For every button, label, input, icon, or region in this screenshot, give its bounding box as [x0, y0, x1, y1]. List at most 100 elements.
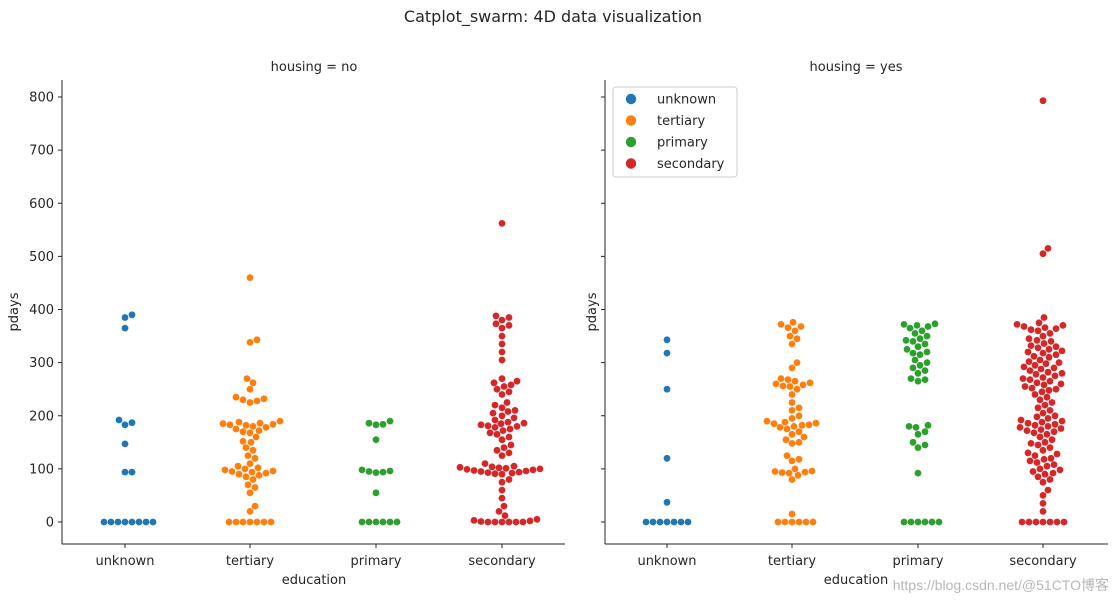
swarm-point-secondary — [1056, 466, 1064, 474]
swarm-point-secondary — [491, 416, 499, 424]
swarm-point-secondary — [1035, 319, 1043, 327]
swarm-point-secondary — [1037, 365, 1045, 373]
swarm-point-primary — [911, 356, 919, 364]
swarm-point-tertiary — [793, 359, 801, 366]
swarm-point-secondary — [1027, 326, 1035, 334]
swarm-point-secondary — [493, 446, 501, 454]
swarm-point-tertiary — [260, 518, 268, 526]
facet-housing-no: housing = no 0 100 200 300 400 500 600 700 800 u… — [7, 60, 565, 588]
swarm-point-secondary — [1055, 359, 1063, 366]
swarm-point-secondary — [515, 468, 523, 476]
swarm-point-tertiary — [251, 484, 259, 491]
swarm-point-unknown — [121, 518, 129, 526]
y-tick-label: 500 — [29, 250, 54, 265]
swarm-point-secondary — [497, 420, 505, 428]
swarm-point-secondary — [1032, 370, 1040, 378]
swarm-point-secondary — [519, 518, 527, 526]
swarm-point-secondary — [1025, 335, 1033, 343]
swarm-point-primary — [386, 467, 394, 475]
swarm-point-primary — [909, 438, 917, 446]
swarm-point-secondary — [1031, 361, 1039, 369]
swarm-point-secondary — [1039, 492, 1047, 499]
swarm-point-secondary — [506, 425, 514, 433]
swarm-point-tertiary — [253, 397, 261, 405]
swarm-point-unknown — [107, 518, 115, 526]
swarm-point-secondary — [500, 383, 508, 390]
swarm-point-tertiary — [241, 465, 249, 473]
swarm-point-tertiary — [788, 340, 796, 348]
swarm-point-primary — [907, 375, 915, 382]
swarm-point-tertiary — [249, 379, 257, 387]
swarm-point-secondary — [1031, 452, 1039, 459]
swarm-point-secondary — [498, 470, 506, 478]
swarm-point-tertiary — [786, 383, 794, 390]
swarm-point-primary — [913, 322, 921, 329]
swarm-point-secondary — [505, 433, 513, 441]
swarm-point-tertiary — [786, 332, 794, 340]
swarm-point-secondary — [1029, 468, 1037, 475]
swarm-point-secondary — [1046, 518, 1054, 526]
swarm-point-secondary — [1051, 372, 1059, 380]
swarm-point-tertiary — [809, 518, 817, 526]
swarm-point-primary — [924, 421, 932, 429]
chart-title: Catplot_swarm: 4D data visualization — [404, 7, 702, 27]
swarm-point-primary — [924, 323, 932, 330]
swarm-point-unknown — [677, 518, 685, 526]
y-tick-label: 300 — [29, 356, 54, 371]
swarm-point-primary — [916, 361, 924, 369]
swarm-point-secondary — [498, 404, 506, 412]
swarm-point-tertiary — [256, 419, 264, 427]
x-tick-label-tertiary: tertiary — [768, 554, 816, 569]
y-tick-label: 100 — [29, 462, 54, 477]
swarm-point-unknown — [114, 518, 122, 526]
swarm-point-secondary — [1058, 347, 1066, 355]
swarm-point-primary — [921, 428, 929, 436]
swarm-point-secondary — [1041, 470, 1049, 478]
swarm-point-primary — [923, 332, 931, 340]
swarm-point-secondary — [1033, 413, 1041, 421]
swarm-point-secondary — [499, 427, 507, 434]
swarm-point-secondary — [507, 381, 515, 389]
swarm-point-tertiary — [232, 518, 240, 526]
swarm-point-tertiary — [239, 396, 247, 404]
swarm-point-secondary — [477, 421, 485, 429]
swarm-point-secondary — [495, 464, 503, 472]
swarm-point-tertiary — [774, 518, 782, 526]
swarm-point-tertiary — [246, 399, 254, 406]
swarm-point-tertiary — [770, 420, 778, 428]
swarm-point-unknown — [663, 454, 671, 462]
swarm-point-tertiary — [251, 454, 259, 462]
swarm-point-secondary — [470, 467, 478, 474]
swarm-point-secondary — [1051, 420, 1059, 428]
swarm-point-unknown — [100, 518, 108, 526]
swarm-point-tertiary — [783, 425, 791, 433]
swarm-point-tertiary — [802, 518, 810, 526]
swarm-point-tertiary — [239, 518, 247, 526]
swarm-point-tertiary — [232, 393, 240, 401]
swarm-point-secondary — [500, 502, 508, 510]
swarm-point-tertiary — [788, 457, 796, 465]
swarm-point-tertiary — [269, 467, 277, 475]
swarm-point-secondary — [1025, 358, 1033, 365]
swarm-point-secondary — [505, 322, 513, 329]
swarm-point-tertiary — [254, 464, 262, 472]
swarm-point-secondary — [498, 375, 506, 382]
swarm-point-tertiary — [244, 452, 252, 459]
swarm-point-secondary — [1034, 473, 1042, 481]
swarm-point-primary — [909, 349, 917, 357]
swarm-point-secondary — [502, 464, 510, 472]
swarm-point-tertiary — [779, 382, 787, 390]
swarm-point-tertiary — [785, 469, 793, 477]
swarm-point-tertiary — [799, 381, 807, 389]
swarm-point-secondary — [1030, 352, 1038, 360]
swarm-point-secondary — [507, 441, 515, 449]
swarm-point-secondary — [484, 469, 492, 476]
swarm-point-secondary — [1018, 518, 1026, 526]
swarm-point-secondary — [498, 332, 506, 340]
swarm-point-tertiary — [805, 421, 813, 429]
swarm-point-tertiary — [249, 423, 257, 430]
swarm-point-tertiary — [262, 469, 270, 477]
swarm-point-primary — [914, 377, 922, 385]
swarm-point-primary — [918, 327, 926, 335]
swarm-point-primary — [914, 369, 922, 377]
